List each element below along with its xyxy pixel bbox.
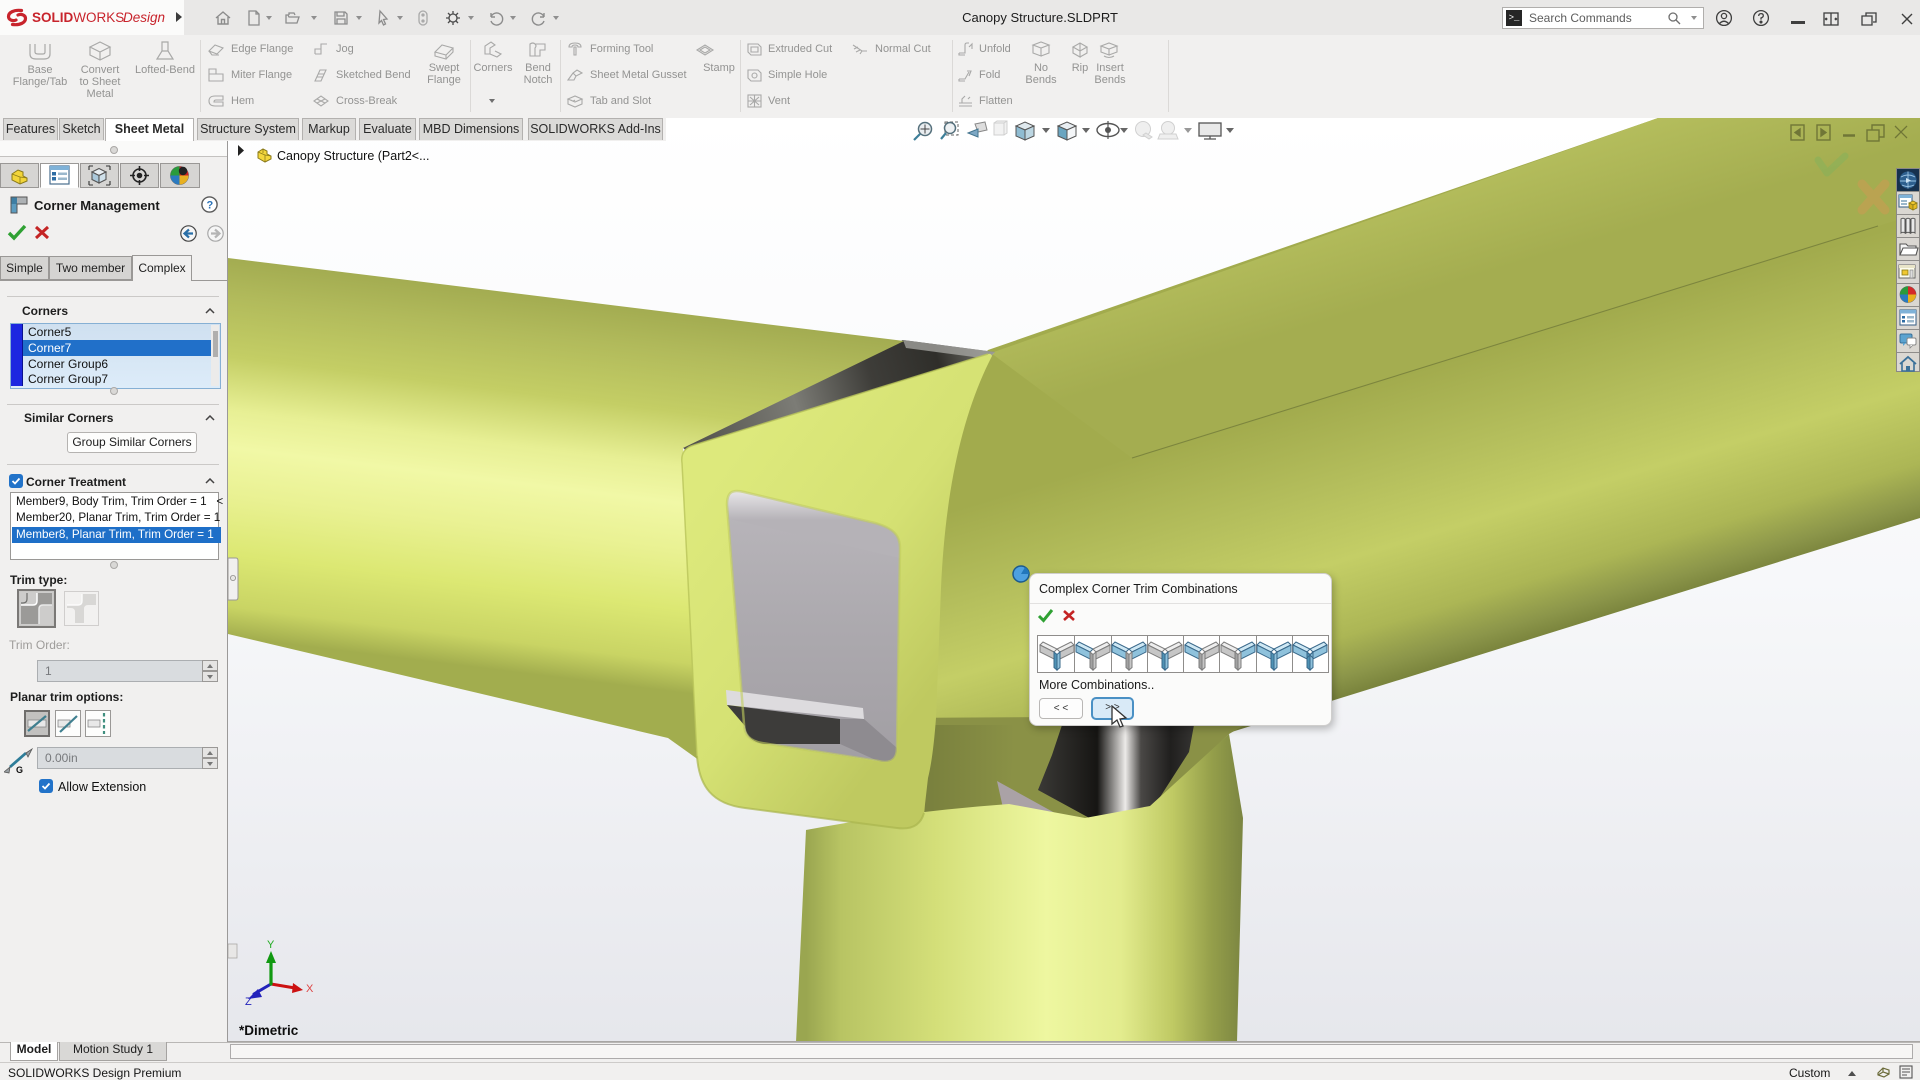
svg-text:Z: Z	[245, 996, 252, 1008]
svg-text:G: G	[16, 765, 23, 775]
svg-text:Canopy Structure (Part2<...: Canopy Structure (Part2<...	[277, 149, 430, 163]
svg-text:*Dimetric: *Dimetric	[239, 1023, 299, 1038]
svg-text:SOLIDWORKS: SOLIDWORKS	[32, 10, 124, 25]
svg-text:?: ?	[207, 200, 214, 212]
svg-text:Design: Design	[123, 10, 165, 25]
svg-text:X: X	[306, 983, 314, 995]
svg-text:Y: Y	[267, 939, 275, 951]
